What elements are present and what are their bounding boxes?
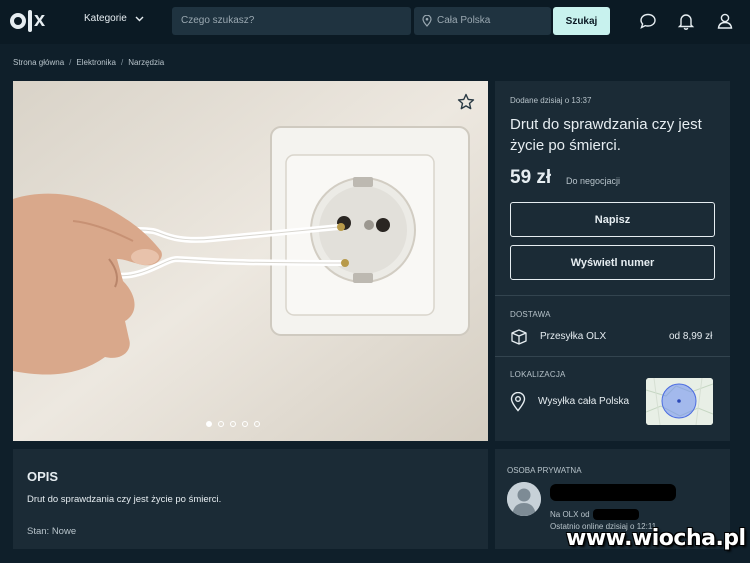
listing-title: Drut do sprawdzania czy jest życie po śm… bbox=[510, 116, 702, 154]
negotiable-label: Do negocjacji bbox=[566, 176, 621, 186]
delivery-method: Przesyłka OLX bbox=[540, 331, 607, 342]
map-thumbnail bbox=[646, 378, 713, 425]
divider bbox=[495, 295, 730, 296]
location-pin-icon bbox=[422, 15, 432, 27]
breadcrumb-electronics[interactable]: Elektronika bbox=[76, 58, 116, 67]
categories-label: Kategorie bbox=[84, 13, 127, 24]
write-message-button[interactable]: Napisz bbox=[510, 202, 715, 237]
listing-info-panel: Dodane dzisiaj o 13:37 Drut do sprawdzan… bbox=[495, 81, 730, 441]
search-placeholder: Czego szukasz? bbox=[181, 15, 255, 26]
top-bar: x Kategorie Czego szukasz? Cała Polska S… bbox=[0, 0, 750, 44]
breadcrumb-separator: / bbox=[69, 58, 72, 67]
location-placeholder: Cała Polska bbox=[437, 15, 491, 26]
search-button[interactable]: Szukaj bbox=[553, 7, 610, 35]
location-input[interactable]: Cała Polska bbox=[414, 7, 551, 35]
breadcrumb: Strona główna / Elektronika / Narzędzia bbox=[13, 58, 164, 67]
olx-logo[interactable]: x bbox=[10, 8, 45, 34]
listing-photo[interactable] bbox=[13, 81, 488, 441]
user-icon[interactable] bbox=[716, 12, 734, 30]
description-text: Drut do sprawdzania czy jest życie po śm… bbox=[27, 494, 222, 505]
description-heading: OPIS bbox=[27, 469, 59, 484]
package-icon bbox=[511, 329, 527, 345]
chevron-down-icon bbox=[135, 16, 144, 21]
user-silhouette-icon bbox=[507, 482, 541, 516]
location-label: LOKALIZACJA bbox=[510, 370, 566, 379]
favorite-star-icon[interactable] bbox=[457, 93, 475, 111]
redacted-seller-name bbox=[550, 484, 676, 501]
breadcrumb-tools[interactable]: Narzędzia bbox=[128, 58, 164, 67]
description-section: OPIS Drut do sprawdzania czy jest życie … bbox=[13, 449, 488, 549]
divider bbox=[495, 356, 730, 357]
location-map[interactable] bbox=[646, 378, 713, 425]
chat-icon[interactable] bbox=[639, 12, 657, 30]
added-date: Dodane dzisiaj o 13:37 bbox=[510, 96, 592, 105]
bell-icon[interactable] bbox=[677, 12, 695, 30]
avatar[interactable] bbox=[507, 482, 541, 516]
seller-type-label: OSOBA PRYWATNA bbox=[507, 466, 582, 475]
gallery-dot[interactable] bbox=[242, 421, 248, 427]
categories-dropdown[interactable]: Kategorie bbox=[84, 13, 144, 24]
member-since: Na OLX od bbox=[550, 510, 590, 519]
gallery-dot[interactable] bbox=[218, 421, 224, 427]
watermark: www.wiocha.pl bbox=[566, 526, 746, 551]
delivery-price: od 8,99 zł bbox=[669, 331, 713, 342]
breadcrumb-home[interactable]: Strona główna bbox=[13, 58, 64, 67]
gallery-dot[interactable] bbox=[230, 421, 236, 427]
listing-price: 59 zł bbox=[510, 167, 552, 188]
gallery-pagination bbox=[206, 421, 260, 427]
location-value: Wysyłka cała Polska bbox=[538, 396, 630, 407]
search-input[interactable]: Czego szukasz? bbox=[172, 7, 411, 35]
location-pin-icon bbox=[510, 392, 526, 412]
show-number-button[interactable]: Wyświetl numer bbox=[510, 245, 715, 280]
gallery-dot[interactable] bbox=[254, 421, 260, 427]
redacted-member-date bbox=[593, 509, 639, 520]
condition-text: Stan: Nowe bbox=[27, 526, 77, 537]
breadcrumb-separator: / bbox=[120, 58, 124, 67]
gallery-dot[interactable] bbox=[206, 421, 212, 427]
socket-wire-photo bbox=[13, 81, 488, 441]
delivery-label: DOSTAWA bbox=[510, 310, 551, 319]
